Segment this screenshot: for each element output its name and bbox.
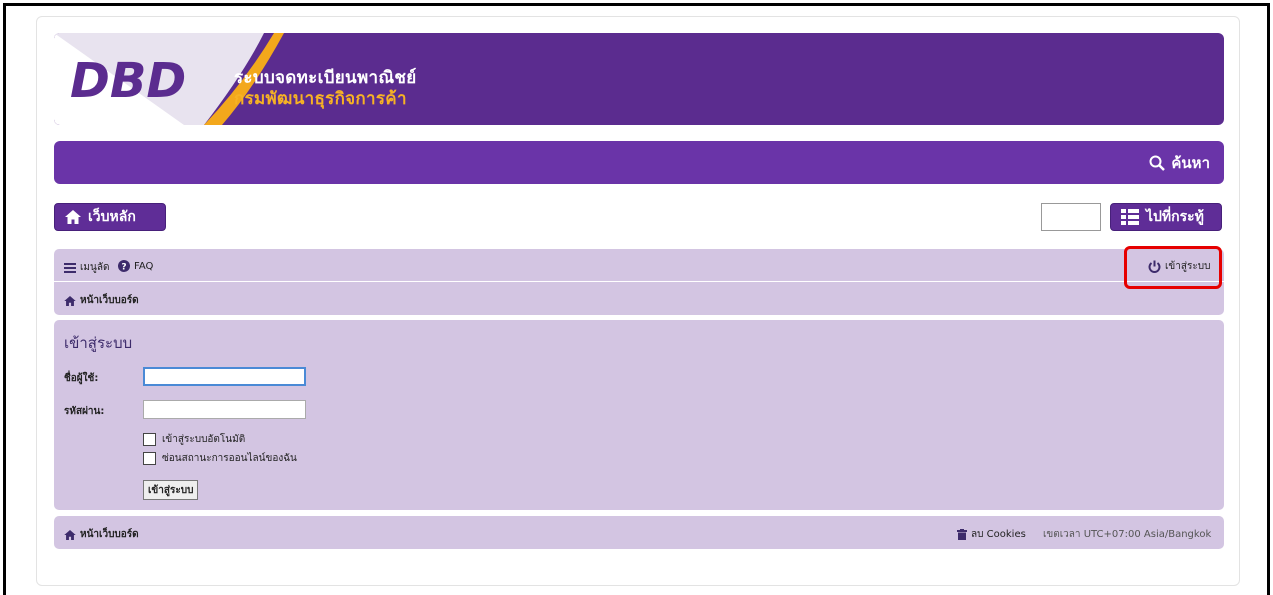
hide-online-row: ซ่อนสถานะการออนไลน์ของฉัน [143,451,297,466]
question-icon: ? [118,260,130,272]
login-panel: เข้าสู่ระบบ ชื่อผู้ใช้: รหัสผ่าน: เข้าสู… [54,320,1224,510]
trash-icon [957,529,967,540]
footer-breadcrumb-home[interactable]: หน้าเว็บบอร์ด [64,527,139,542]
site-subtitle: กรมพัฒนาธุรกิจการค้า [234,89,407,109]
home-icon [64,529,76,540]
main-navbar: ค้นหา [54,141,1224,184]
breadcrumb-label: หน้าเว็บบอร์ด [80,295,139,306]
search-label: ค้นหา [1171,154,1210,172]
jump-to-topic-input[interactable] [1041,203,1101,231]
svg-text:?: ? [121,263,126,273]
footer-breadcrumb-label: หน้าเว็บบอร์ด [80,529,139,540]
quick-links-row: เมนูลัด ? FAQ เข้าสู่ระบบ [54,249,1224,282]
remember-me-row: เข้าสู่ระบบอัตโนมัติ [143,432,245,447]
logo-text: DBD [70,53,186,109]
top-nav-bar: เมนูลัด ? FAQ เข้าสู่ระบบ หน้าเว็บบอร์ด [54,249,1224,315]
hamburger-icon [64,262,76,273]
login-submit-button[interactable]: เข้าสู่ระบบ [143,480,199,500]
timezone-text: เขตเวลา UTC+07:00 Asia/Bangkok [1043,529,1212,540]
username-input[interactable] [143,367,306,386]
home-icon [64,295,76,306]
home-label: เว็บหลัก [88,209,136,225]
jump-label: ไปที่กระทู้ [1146,209,1204,225]
footer-bar: หน้าเว็บบอร์ด ลบ Cookies เขตเวลา UTC+07:… [54,516,1224,549]
faq-label: FAQ [134,260,154,272]
home-button[interactable]: เว็บหลัก [54,203,166,231]
home-icon [65,210,81,224]
search-button[interactable]: ค้นหา [1149,151,1210,175]
search-icon [1149,155,1166,171]
hide-online-checkbox[interactable] [143,452,156,465]
login-title: เข้าสู่ระบบ [64,334,133,352]
password-input[interactable] [143,400,306,419]
faq-link[interactable]: ? FAQ [118,260,153,272]
delete-cookies-label: ลบ Cookies [971,529,1026,540]
site-header: DBD ระบบจดทะเบียนพาณิชย์ กรมพัฒนาธุรกิจก… [54,33,1224,125]
quick-links-menu[interactable]: เมนูลัด [64,260,109,275]
quick-links-label: เมนูลัด [80,262,110,273]
delete-cookies-link[interactable]: ลบ Cookies [957,527,1026,542]
breadcrumb-home[interactable]: หน้าเว็บบอร์ด [64,293,139,308]
hide-online-label: ซ่อนสถานะการออนไลน์ของฉัน [162,453,297,464]
remember-me-label: เข้าสู่ระบบอัตโนมัติ [162,434,246,445]
password-label: รหัสผ่าน: [64,406,105,417]
breadcrumb-row: หน้าเว็บบอร์ด [54,283,1224,315]
page-wrapper: DBD ระบบจดทะเบียนพาณิชย์ กรมพัฒนาธุรกิจก… [36,16,1240,586]
username-label: ชื่อผู้ใช้: [64,373,99,384]
highlight-box [1124,246,1222,289]
remember-me-checkbox[interactable] [143,433,156,446]
list-icon [1121,209,1139,225]
jump-to-topic-button[interactable]: ไปที่กระทู้ [1110,203,1222,231]
